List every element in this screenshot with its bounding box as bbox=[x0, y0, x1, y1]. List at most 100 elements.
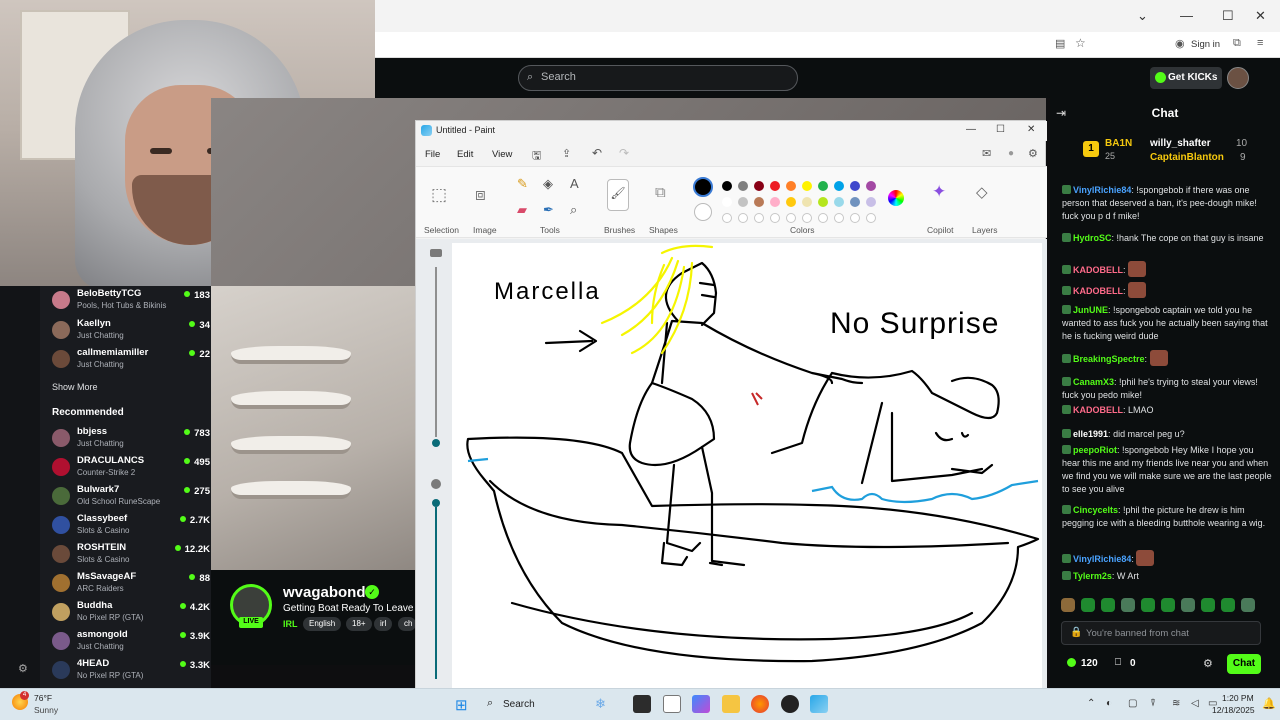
color-swatch[interactable] bbox=[786, 181, 796, 191]
emote-icon[interactable] bbox=[1201, 598, 1215, 612]
slider-thumb[interactable] bbox=[432, 439, 440, 447]
color-swatch[interactable] bbox=[722, 213, 732, 223]
leaderboard-name[interactable]: BA1N bbox=[1105, 138, 1132, 149]
color-swatch[interactable] bbox=[754, 197, 764, 207]
clock-date[interactable]: 12/18/2025 bbox=[1212, 705, 1255, 715]
stream-tag[interactable]: 18+ bbox=[346, 617, 372, 631]
color-swatch[interactable] bbox=[754, 181, 764, 191]
chat-username[interactable]: Tylerm2s bbox=[1073, 571, 1112, 581]
extensions-icon[interactable]: ⧉ bbox=[1233, 37, 1241, 50]
color-swatch[interactable] bbox=[722, 181, 732, 191]
edit-colors-icon[interactable] bbox=[888, 190, 904, 206]
show-more-link[interactable]: Show More bbox=[52, 382, 98, 392]
color-swatch[interactable] bbox=[818, 197, 828, 207]
kicks-count[interactable]: 120 bbox=[1081, 658, 1098, 669]
obs-icon[interactable] bbox=[781, 695, 799, 713]
chat-username[interactable]: KADOBELL bbox=[1073, 265, 1123, 275]
color-swatch[interactable] bbox=[770, 181, 780, 191]
maximize-button[interactable]: ☐ bbox=[1222, 8, 1234, 24]
tray-app-icon[interactable]: ◐ bbox=[1106, 698, 1112, 709]
get-kicks-button[interactable]: Get KICKs bbox=[1150, 67, 1222, 89]
color-swatch[interactable] bbox=[834, 197, 844, 207]
menu-file[interactable]: File bbox=[425, 149, 440, 160]
sidebar-channel[interactable]: Classybeef Slots & Casino 2.7K bbox=[50, 513, 210, 539]
chat-username[interactable]: BreakingSpectre bbox=[1073, 354, 1145, 364]
fill-icon[interactable]: ◈ bbox=[543, 176, 553, 192]
color-swatch[interactable] bbox=[866, 197, 876, 207]
leaderboard-name[interactable]: CaptainBlanton bbox=[1150, 152, 1224, 163]
menu-view[interactable]: View bbox=[492, 149, 512, 160]
drawing-canvas[interactable]: Marcella No Surprise bbox=[452, 243, 1042, 689]
chat-username[interactable]: VinylRichie84 bbox=[1073, 185, 1131, 195]
sidebar-channel[interactable]: 4HEAD No Pixel RP (GTA) 3.3K bbox=[50, 658, 210, 684]
color-swatch[interactable] bbox=[850, 197, 860, 207]
color-swatch[interactable] bbox=[786, 213, 796, 223]
emote-icon[interactable] bbox=[1121, 598, 1135, 612]
color-swatch[interactable] bbox=[738, 213, 748, 223]
copilot-taskbar-icon[interactable] bbox=[692, 695, 710, 713]
search-input[interactable]: ⌕ Search bbox=[518, 65, 798, 91]
color-swatch[interactable] bbox=[770, 213, 780, 223]
wifi-icon[interactable]: ≋ bbox=[1172, 698, 1180, 709]
sidebar-channel[interactable]: BeloBettyTCG Pools, Hot Tubs & Bikinis 183 bbox=[50, 288, 210, 314]
chat-settings-icon[interactable]: ⚙ bbox=[1203, 657, 1213, 670]
color-swatch[interactable] bbox=[802, 181, 812, 191]
favorite-star-icon[interactable]: ☆ bbox=[1075, 36, 1086, 50]
shapes-icon[interactable]: ⧉ bbox=[655, 184, 666, 201]
reader-icon[interactable]: ▤ bbox=[1055, 37, 1065, 50]
eraser-icon[interactable]: ▰ bbox=[517, 202, 527, 218]
undo-icon[interactable]: ↶ bbox=[592, 146, 602, 160]
chat-username[interactable]: KADOBELL bbox=[1073, 405, 1123, 415]
chat-username[interactable]: VinylRichie84 bbox=[1073, 554, 1131, 564]
sidebar-channel[interactable]: ROSHTEIN Slots & Casino 12.2K bbox=[50, 542, 210, 568]
magnifier-icon[interactable]: ⌕ bbox=[570, 202, 577, 218]
menu-edit[interactable]: Edit bbox=[457, 149, 473, 160]
primary-color[interactable] bbox=[693, 177, 713, 197]
firefox-icon[interactable] bbox=[751, 695, 769, 713]
selection-tool-icon[interactable]: ⬚ bbox=[431, 185, 447, 205]
chat-username[interactable]: elle1991 bbox=[1073, 429, 1108, 439]
address-bar[interactable]: ▤ ☆ ◉ Sign in ⧉ ≡ bbox=[375, 32, 1280, 58]
paint-minimize-button[interactable]: — bbox=[966, 124, 976, 135]
user-avatar[interactable] bbox=[1227, 67, 1249, 89]
volume-icon[interactable]: ◁ bbox=[1191, 698, 1199, 709]
color-swatch[interactable] bbox=[866, 181, 876, 191]
layers-icon[interactable]: ◇ bbox=[976, 183, 988, 201]
emote-icon[interactable] bbox=[1181, 598, 1195, 612]
zoom-slider[interactable] bbox=[430, 249, 444, 679]
color-swatch[interactable] bbox=[722, 197, 732, 207]
tab-list-button[interactable]: ⌄ bbox=[1137, 8, 1148, 24]
file-explorer-icon[interactable] bbox=[722, 695, 740, 713]
channel-name[interactable]: wvagabond bbox=[283, 584, 366, 601]
tray-app-icon[interactable]: ▢ bbox=[1128, 698, 1137, 709]
taskbar-search-icon[interactable]: ⌕ bbox=[487, 697, 493, 710]
sidebar-channel[interactable]: callmemiamiller Just Chatting 22 bbox=[50, 347, 210, 373]
slider-thumb-2[interactable] bbox=[432, 499, 440, 507]
stream-tag[interactable]: irl bbox=[374, 617, 393, 631]
emote-icon[interactable] bbox=[1061, 598, 1075, 612]
chat-username[interactable]: CanamX3 bbox=[1073, 377, 1114, 387]
chat-username[interactable]: Cincycelts bbox=[1073, 505, 1118, 515]
clock-time[interactable]: 1:20 PM bbox=[1222, 693, 1254, 703]
emote-icon[interactable] bbox=[1101, 598, 1115, 612]
brushes-icon[interactable]: 🖌 bbox=[607, 179, 629, 211]
color-swatch[interactable] bbox=[850, 181, 860, 191]
chat-username[interactable]: KADOBELL bbox=[1073, 286, 1123, 296]
color-swatch[interactable] bbox=[866, 213, 876, 223]
color-swatch[interactable] bbox=[770, 197, 780, 207]
redo-icon[interactable]: ↷ bbox=[619, 146, 629, 160]
sidebar-channel[interactable]: MsSavageAF ARC Raiders 88 bbox=[50, 571, 210, 597]
color-swatch[interactable] bbox=[802, 197, 812, 207]
stream-tag[interactable]: English bbox=[303, 617, 342, 631]
sidebar-channel[interactable]: bbjess Just Chatting 783 bbox=[50, 426, 210, 452]
text-tool-icon[interactable]: A bbox=[570, 176, 579, 191]
sidebar-settings-icon[interactable]: ⚙ bbox=[18, 662, 28, 675]
notepad-icon[interactable] bbox=[663, 695, 681, 713]
save-icon[interactable]: 🖫 bbox=[532, 147, 541, 166]
copilot-icon[interactable]: ✦ bbox=[932, 182, 946, 202]
chat-username[interactable]: peepoRiot bbox=[1073, 445, 1117, 455]
leaderboard-name[interactable]: willy_shafter bbox=[1150, 138, 1211, 149]
chat-username[interactable]: JunUNE bbox=[1073, 305, 1108, 315]
emote-icon[interactable] bbox=[1221, 598, 1235, 612]
task-view-icon[interactable] bbox=[633, 695, 651, 713]
